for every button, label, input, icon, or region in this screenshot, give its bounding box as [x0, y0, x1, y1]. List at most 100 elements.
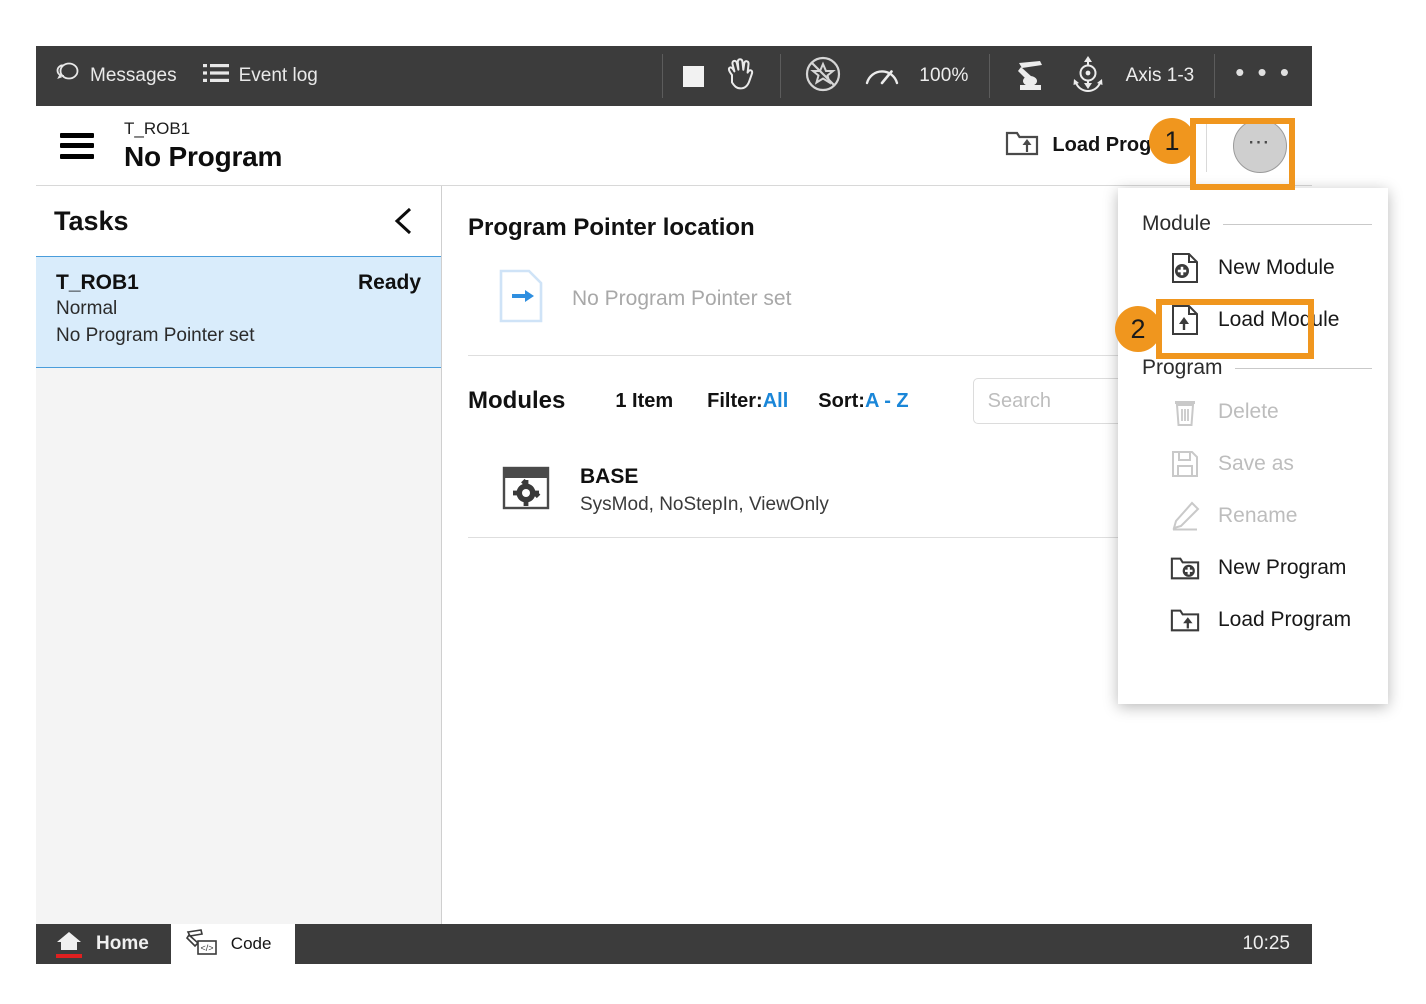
page-title: No Program: [124, 140, 282, 174]
speed-value: 100%: [919, 65, 968, 87]
hamburger-bar-3: [60, 154, 94, 159]
modules-sort-label: Sort:: [818, 390, 865, 412]
code-icon: </>: [185, 928, 219, 961]
flexpendant-app: Messages Event log: [36, 46, 1312, 964]
group-label-module: Module: [1142, 212, 1211, 236]
modules-sort[interactable]: Sort:A - Z: [818, 390, 908, 413]
home-button[interactable]: Home: [36, 924, 171, 964]
header-task-label: T_ROB1: [124, 118, 282, 140]
home-icon: [56, 931, 82, 958]
folder-upload-icon: [1170, 605, 1200, 635]
context-menu-group-program: Program: [1118, 346, 1388, 386]
svg-text:</>: </>: [200, 943, 213, 953]
file-upload-icon: [1170, 305, 1200, 335]
stop-square-icon[interactable]: [683, 66, 704, 87]
status-bar-left: Messages Event log: [36, 46, 318, 106]
module-name: BASE: [580, 463, 829, 491]
menu-item-load-module-label: Load Module: [1218, 308, 1339, 332]
operating-mode-group[interactable]: [663, 46, 780, 106]
task-status-badge: Ready: [358, 271, 421, 295]
context-menu-button[interactable]: ⋯: [1233, 119, 1287, 173]
context-menu-group-module: Module: [1118, 202, 1388, 242]
menu-item-save-as-label: Save as: [1218, 452, 1294, 476]
code-tab-label: Code: [231, 934, 272, 954]
menu-item-new-program-label: New Program: [1218, 556, 1346, 580]
step-badge-1: 1: [1149, 118, 1195, 164]
file-plus-icon: [1170, 253, 1200, 283]
context-menu: Module New Module: [1118, 188, 1388, 704]
task-list-item[interactable]: T_ROB1 Ready Normal No Program Pointer s…: [36, 256, 441, 368]
modules-filter-label: Filter:: [707, 390, 763, 412]
home-active-indicator: [56, 954, 82, 958]
menu-item-load-program[interactable]: Load Program: [1118, 594, 1388, 646]
tasks-panel: Tasks T_ROB1 Ready Normal No Program Poi…: [36, 186, 442, 924]
motors-off-icon[interactable]: [801, 52, 845, 101]
menu-item-new-program[interactable]: New Program: [1118, 542, 1388, 594]
speed-gauge-icon[interactable]: [863, 58, 901, 95]
ellipsis-icon: ⋯: [1248, 129, 1272, 155]
tasks-panel-title: Tasks: [54, 206, 129, 237]
modules-filter-value[interactable]: All: [763, 390, 789, 412]
hamburger-bar-1: [60, 133, 94, 138]
module-item-text: BASE SysMod, NoStepIn, ViewOnly: [580, 463, 829, 519]
axis-jog-icon[interactable]: [1068, 55, 1108, 98]
menu-item-save-as: Save as: [1118, 438, 1388, 490]
hand-icon[interactable]: [722, 55, 760, 98]
menu-item-delete: Delete: [1118, 386, 1388, 438]
status-bar-spacer: [318, 46, 662, 106]
module-icon: [498, 460, 554, 521]
messages-label: Messages: [90, 65, 177, 87]
status-overflow-button[interactable]: • • •: [1215, 46, 1312, 106]
menu-item-delete-label: Delete: [1218, 400, 1279, 424]
speech-bubble-icon: [54, 60, 80, 92]
folder-plus-icon: [1170, 553, 1200, 583]
trash-icon: [1170, 397, 1200, 427]
menu-item-new-module[interactable]: New Module: [1118, 242, 1388, 294]
hamburger-bar-2: [60, 143, 94, 148]
taskbar-spacer: [295, 924, 1242, 964]
header-more-cell: ⋯: [1207, 106, 1312, 186]
main-menu-button[interactable]: [60, 133, 94, 159]
page-header: T_ROB1 No Program Load Program ⋯: [36, 106, 1312, 186]
event-log-label: Event log: [239, 65, 318, 87]
taskbar: Home </> Code 10:25: [36, 924, 1312, 964]
clock: 10:25: [1242, 924, 1312, 964]
group-rule-module: [1223, 224, 1372, 225]
task-mode: Normal: [56, 295, 421, 322]
menu-item-load-program-label: Load Program: [1218, 608, 1351, 632]
menu-item-rename: Rename: [1118, 490, 1388, 542]
group-rule-program: [1235, 368, 1372, 369]
menu-item-new-module-label: New Module: [1218, 256, 1335, 280]
tasks-panel-header: Tasks: [36, 186, 441, 256]
jog-group[interactable]: Axis 1-3: [990, 46, 1215, 106]
modules-sort-value[interactable]: A - Z: [865, 390, 909, 412]
messages-button[interactable]: Messages: [54, 46, 177, 106]
group-label-program: Program: [1142, 356, 1223, 380]
ellipsis-icon: • • •: [1235, 59, 1292, 93]
collapse-panel-button[interactable]: [389, 204, 419, 238]
status-bar: Messages Event log: [36, 46, 1312, 106]
list-icon: [203, 62, 229, 90]
step-badge-2: 2: [1115, 306, 1161, 352]
modules-filter[interactable]: Filter:All: [707, 390, 788, 413]
header-titles: T_ROB1 No Program: [124, 118, 282, 174]
program-pointer-icon: [498, 268, 544, 329]
floppy-disk-icon: [1170, 449, 1200, 479]
task-pointer: No Program Pointer set: [56, 322, 421, 349]
task-item-header: T_ROB1 Ready: [56, 271, 421, 295]
event-log-button[interactable]: Event log: [203, 46, 318, 106]
robot-icon[interactable]: [1010, 55, 1050, 98]
modules-count: 1 Item: [615, 390, 673, 413]
taskbar-tab-code[interactable]: </> Code: [171, 924, 296, 964]
search-placeholder: Search: [988, 390, 1051, 413]
program-pointer-empty-text: No Program Pointer set: [572, 287, 791, 311]
pencil-icon: [1170, 501, 1200, 531]
motors-speed-group[interactable]: 100%: [781, 46, 988, 106]
task-name: T_ROB1: [56, 271, 139, 295]
axis-label: Axis 1-3: [1126, 65, 1195, 87]
home-label: Home: [96, 933, 149, 955]
module-attributes: SysMod, NoStepIn, ViewOnly: [580, 491, 829, 519]
modules-title: Modules: [468, 387, 565, 415]
menu-item-rename-label: Rename: [1218, 504, 1297, 528]
folder-upload-icon: [1005, 128, 1039, 164]
